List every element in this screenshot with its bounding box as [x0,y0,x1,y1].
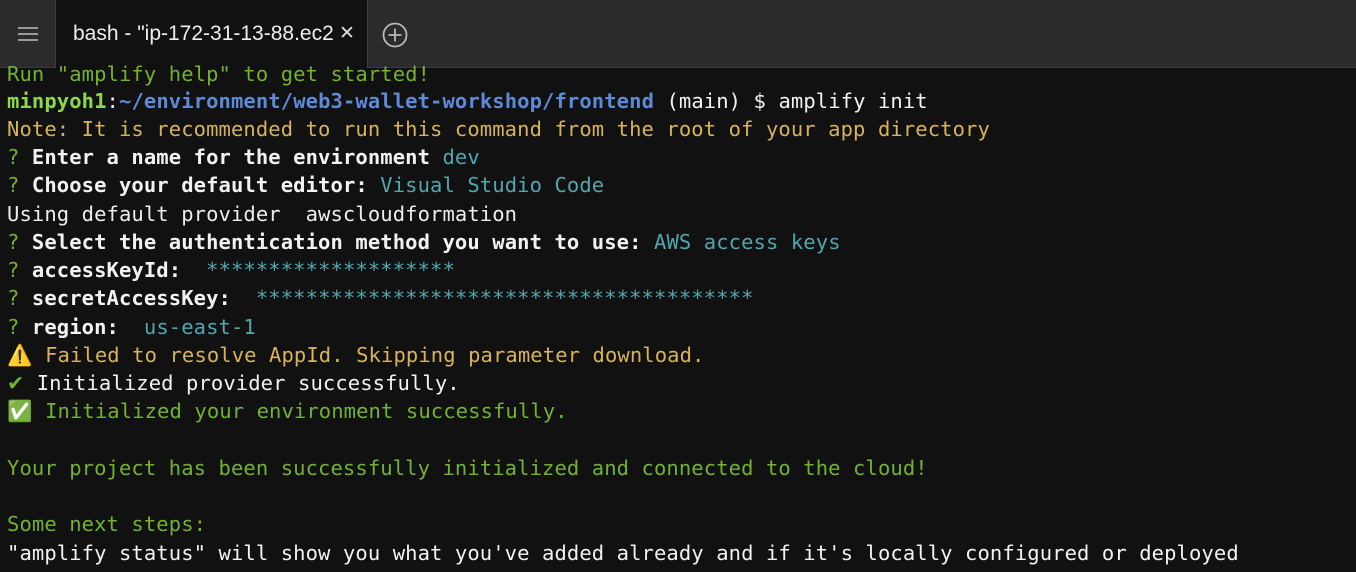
new-tab-button[interactable] [382,22,408,48]
question-text: Enter a name for the environment [31,145,431,169]
check-box-icon: ✅ [7,399,33,423]
prompt-line: minpyoh1:~/environment/web3-wallet-works… [7,87,928,115]
question-editor: ? Choose your default editor: Visual Stu… [7,171,604,199]
question-env-name: ? Enter a name for the environment dev [7,143,480,171]
hamburger-icon [17,27,38,41]
next-steps-heading: Some next steps: [7,512,207,536]
prompt-path: ~/environment/web3-wallet-workshop/front… [119,89,655,113]
question-access-key-id: ? accessKeyId: ******************** [7,256,455,284]
question-mark: ? [7,258,32,282]
provider-success-text: Initialized provider successfully. [24,371,460,395]
terminal-output[interactable]: Run "amplify help" to get started! minpy… [0,57,1356,572]
warning-icon: ⚠️ [7,343,33,367]
answer-text: Visual Studio Code [367,173,605,197]
question-auth-method: ? Select the authentication method you w… [7,228,841,256]
question-text: Choose your default editor: [31,173,368,197]
question-mark: ? [7,286,32,310]
tab-title: bash - "ip-172-31-13-88.ec2 [73,22,334,45]
prompt-separator: : [106,89,119,113]
answer-text: dev [430,145,480,169]
provider-success-line: ✔ Initialized provider successfully. [7,369,460,397]
answer-text: **************************************** [230,286,754,310]
question-mark: ? [7,230,32,254]
note-line: Note: It is recommended to run this comm… [7,117,990,141]
question-text: accessKeyId: [31,258,182,282]
question-mark: ? [7,315,32,339]
prompt-command: amplify init [778,89,928,113]
answer-text: AWS access keys [641,230,841,254]
environment-success-line: ✅ Initialized your environment successfu… [7,397,568,425]
question-text: Select the authentication method you wan… [31,230,642,254]
partial-output-line: Run "amplify help" to get started! [7,62,431,86]
question-mark: ? [7,145,32,169]
prompt-branch: (main) $ [654,89,779,113]
close-icon[interactable]: ✕ [339,22,355,44]
amplify-status-hint: "amplify status" will show you what you'… [7,541,1239,565]
warning-line: ⚠️ Failed to resolve AppId. Skipping par… [7,341,705,369]
answer-text: us-east-1 [119,315,256,339]
environment-success-text: Initialized your environment successfull… [32,399,568,423]
question-region: ? region: us-east-1 [7,313,256,341]
prompt-user: minpyoh1 [7,89,107,113]
question-text: region: [31,315,119,339]
checkmark-icon: ✔ [7,371,25,395]
warning-text: Failed to resolve AppId. Skipping parame… [32,343,705,367]
answer-text: ******************** [181,258,455,282]
plus-circle-icon [382,22,408,48]
question-mark: ? [7,173,32,197]
question-text: secretAccessKey: [31,286,231,310]
project-success-line: Your project has been successfully initi… [7,456,928,480]
question-secret-access-key: ? secretAccessKey: *********************… [7,284,754,312]
provider-line: Using default provider awscloudformation [7,202,518,226]
